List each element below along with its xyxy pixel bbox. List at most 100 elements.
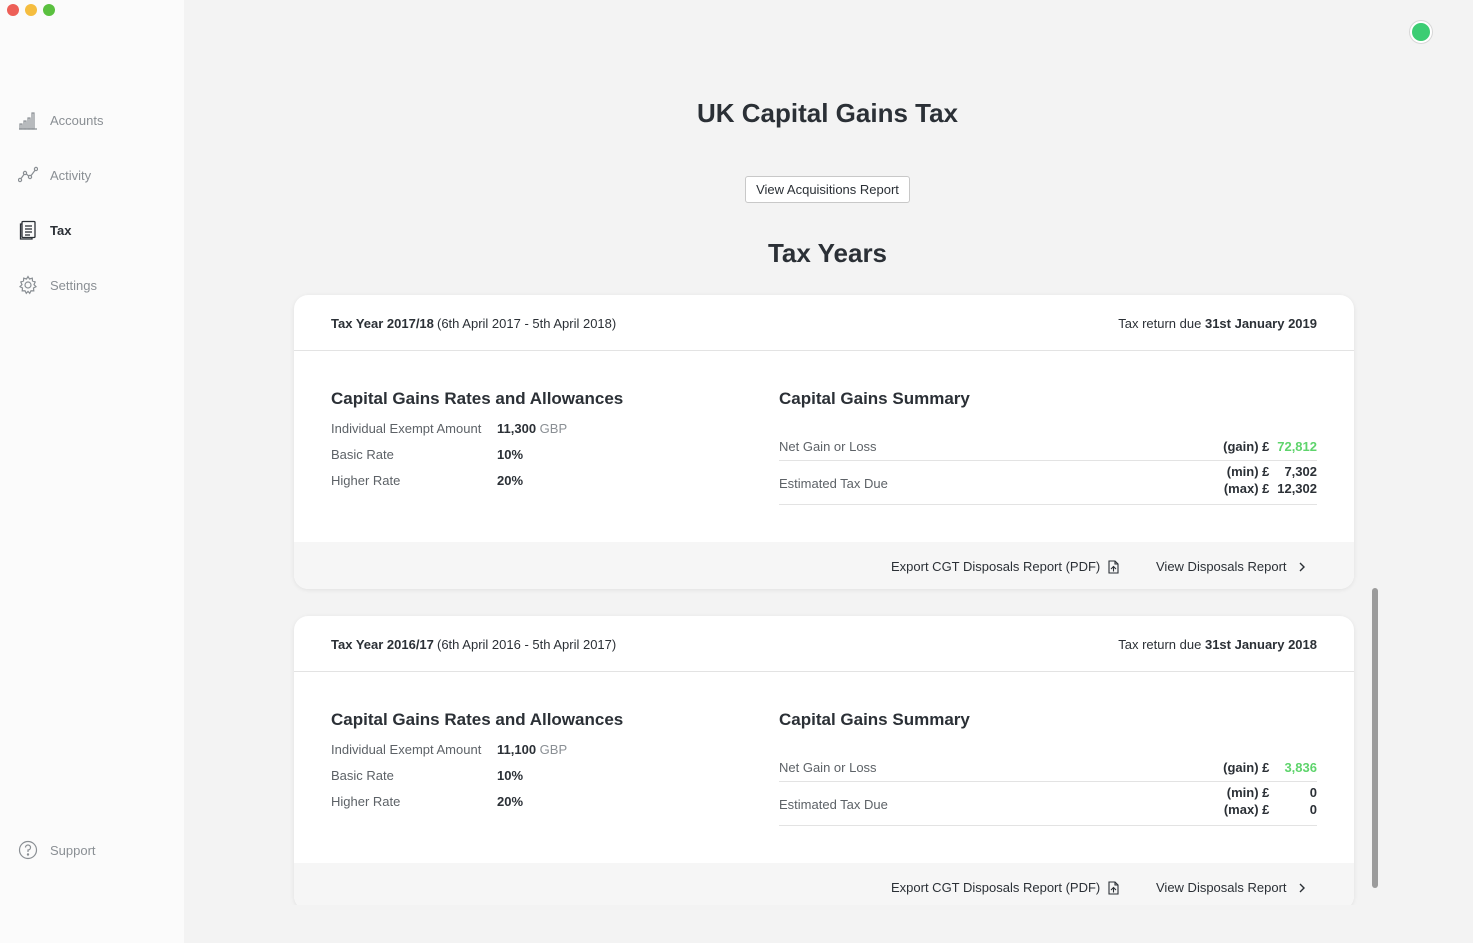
tax-year-name: Tax Year 2017/18 bbox=[331, 316, 434, 331]
net-gain-row: Net Gain or Loss (gain) £ 72,812 bbox=[779, 431, 1317, 461]
sidebar-item-label: Tax bbox=[50, 222, 72, 238]
view-link-label: View Disposals Report bbox=[1156, 880, 1287, 895]
sidebar-item-activity[interactable]: Activity bbox=[18, 165, 91, 185]
rate-unit: GBP bbox=[539, 742, 568, 757]
main-content: UK Capital Gains Tax View Acquisitions R… bbox=[184, 0, 1473, 943]
tax-year-footer: Export CGT Disposals Report (PDF) View D… bbox=[294, 542, 1354, 589]
scrollbar[interactable] bbox=[1369, 280, 1380, 905]
rate-value: 11,300 bbox=[497, 421, 537, 436]
page-title: UK Capital Gains Tax bbox=[696, 98, 959, 128]
connection-status-indicator[interactable] bbox=[1410, 21, 1432, 43]
tax-max-qualifier: (max) £ bbox=[1223, 802, 1270, 817]
rates-title: Capital Gains Rates and Allowances bbox=[331, 389, 624, 408]
tax-years-list[interactable]: Tax Year 2017/18 (6th April 2017 - 5th A… bbox=[184, 280, 1473, 905]
line-chart-icon bbox=[18, 166, 38, 183]
scrollbar-thumb[interactable] bbox=[1372, 588, 1378, 888]
tax-year-card: Tax Year 2016/17 (6th April 2016 - 5th A… bbox=[294, 616, 1354, 905]
net-gain-label: Net Gain or Loss bbox=[779, 439, 877, 454]
tax-return-due: Tax return due 31st January 2018 bbox=[1118, 637, 1317, 652]
rate-label: Basic Rate bbox=[331, 447, 394, 462]
net-gain-value: 72,812 bbox=[1277, 439, 1317, 454]
rate-row: Basic Rate 10% bbox=[331, 768, 523, 783]
document-icon bbox=[19, 220, 36, 240]
view-acquisitions-report-button[interactable]: View Acquisitions Report bbox=[745, 176, 910, 203]
tax-min-amount: (min) £ 0 bbox=[1227, 785, 1317, 800]
tax-year-header: Tax Year 2016/17 (6th April 2016 - 5th A… bbox=[294, 616, 1354, 672]
tax-min-value: 0 bbox=[1309, 785, 1317, 800]
net-gain-qualifier: (gain) £ bbox=[1223, 760, 1270, 775]
tax-year-range: (6th April 2016 - 5th April 2017) bbox=[437, 637, 617, 652]
bar-chart-icon bbox=[19, 112, 37, 130]
rate-label: Higher Rate bbox=[331, 473, 401, 488]
rate-unit: GBP bbox=[539, 421, 568, 436]
view-disposals-report-link[interactable]: View Disposals Report bbox=[1156, 880, 1309, 895]
sidebar-item-label: Accounts bbox=[50, 112, 104, 128]
sidebar-item-settings[interactable]: Settings bbox=[18, 275, 97, 295]
net-gain-qualifier: (gain) £ bbox=[1223, 439, 1270, 454]
rate-row: Higher Rate 20% bbox=[331, 794, 523, 809]
net-gain-value: 3,836 bbox=[1284, 760, 1317, 775]
section-title: Tax Years bbox=[767, 238, 888, 268]
sidebar-item-label: Support bbox=[50, 842, 96, 858]
tax-return-due-date: 31st January 2019 bbox=[1204, 316, 1317, 331]
tax-min-qualifier: (min) £ bbox=[1226, 785, 1270, 800]
close-window-button[interactable] bbox=[7, 4, 19, 16]
rate-label: Individual Exempt Amount bbox=[331, 421, 482, 436]
tax-year-range: (6th April 2017 - 5th April 2018) bbox=[437, 316, 617, 331]
estimated-tax-row: Estimated Tax Due (min) £ 0 (max) £ 0 bbox=[779, 782, 1317, 826]
estimated-tax-label: Estimated Tax Due bbox=[779, 476, 888, 491]
net-gain-label: Net Gain or Loss bbox=[779, 760, 877, 775]
tax-min-qualifier: (min) £ bbox=[1226, 464, 1270, 479]
rate-value: 11,100 bbox=[497, 742, 537, 757]
net-gain-row: Net Gain or Loss (gain) £ 3,836 bbox=[779, 752, 1317, 782]
rate-label: Higher Rate bbox=[331, 794, 401, 809]
view-disposals-report-link[interactable]: View Disposals Report bbox=[1156, 559, 1309, 574]
tax-year-header: Tax Year 2017/18 (6th April 2017 - 5th A… bbox=[294, 295, 1354, 351]
pdf-export-icon bbox=[1108, 880, 1119, 895]
tax-year-name: Tax Year 2016/17 bbox=[331, 637, 434, 652]
tax-min-value: 7,302 bbox=[1284, 464, 1317, 479]
rate-row: Individual Exempt Amount 11,300 GBP bbox=[331, 421, 567, 436]
net-gain-amount: (gain) £ 3,836 bbox=[1223, 760, 1317, 775]
sidebar-item-label: Settings bbox=[50, 277, 97, 293]
rate-value: 20% bbox=[497, 473, 524, 488]
tax-return-due-prefix: Tax return due bbox=[1118, 316, 1202, 331]
minimize-window-button[interactable] bbox=[25, 4, 37, 16]
sidebar-item-label: Activity bbox=[50, 167, 92, 183]
sidebar-item-support[interactable]: Support bbox=[18, 840, 96, 860]
export-link-label: Export CGT Disposals Report (PDF) bbox=[891, 559, 1101, 574]
rate-label: Basic Rate bbox=[331, 768, 394, 783]
sidebar-item-tax[interactable]: Tax bbox=[18, 220, 71, 240]
rate-value: 20% bbox=[497, 794, 524, 809]
tax-return-due-date: 31st January 2018 bbox=[1204, 637, 1317, 652]
rate-row: Individual Exempt Amount 11,100 GBP bbox=[331, 742, 567, 757]
question-icon bbox=[18, 840, 38, 860]
tax-max-qualifier: (max) £ bbox=[1223, 481, 1270, 496]
tax-year-card: Tax Year 2017/18 (6th April 2017 - 5th A… bbox=[294, 295, 1354, 589]
tax-return-due-prefix: Tax return due bbox=[1118, 637, 1202, 652]
export-link-label: Export CGT Disposals Report (PDF) bbox=[891, 880, 1101, 895]
rate-value: 10% bbox=[497, 447, 524, 462]
rates-title: Capital Gains Rates and Allowances bbox=[331, 710, 624, 729]
view-link-label: View Disposals Report bbox=[1156, 559, 1287, 574]
tax-max-amount: (max) £ 0 bbox=[1224, 802, 1317, 817]
rate-row: Higher Rate 20% bbox=[331, 473, 523, 488]
window-controls bbox=[7, 4, 55, 16]
tax-max-amount: (max) £ 12,302 bbox=[1224, 481, 1317, 496]
tax-return-due: Tax return due 31st January 2019 bbox=[1118, 316, 1317, 331]
estimated-tax-row: Estimated Tax Due (min) £ 7,302 (max) £ … bbox=[779, 461, 1317, 505]
export-cgt-disposals-pdf-link[interactable]: Export CGT Disposals Report (PDF) bbox=[891, 559, 1120, 574]
estimated-tax-label: Estimated Tax Due bbox=[779, 797, 888, 812]
rate-row: Basic Rate 10% bbox=[331, 447, 523, 462]
sidebar: Accounts Activity Tax Settings Support bbox=[0, 0, 184, 943]
sidebar-item-accounts[interactable]: Accounts bbox=[18, 110, 103, 130]
rate-label: Individual Exempt Amount bbox=[331, 742, 482, 757]
zoom-window-button[interactable] bbox=[43, 4, 55, 16]
gear-icon bbox=[19, 275, 37, 295]
tax-max-value: 12,302 bbox=[1277, 481, 1317, 496]
rate-value: 10% bbox=[497, 768, 524, 783]
export-cgt-disposals-pdf-link[interactable]: Export CGT Disposals Report (PDF) bbox=[891, 880, 1120, 895]
tax-year-footer: Export CGT Disposals Report (PDF) View D… bbox=[294, 863, 1354, 905]
summary-title: Capital Gains Summary bbox=[779, 389, 970, 408]
chevron-right-icon bbox=[1299, 883, 1305, 892]
